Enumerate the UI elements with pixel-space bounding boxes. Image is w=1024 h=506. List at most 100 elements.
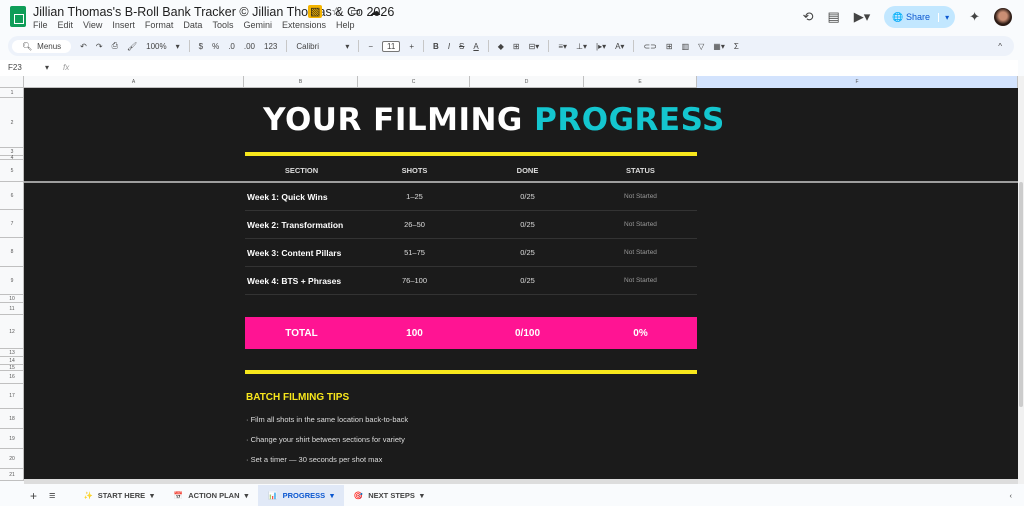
chevron-down-icon[interactable]: ▾ xyxy=(245,491,249,500)
menu-data[interactable]: Data xyxy=(183,20,202,30)
comments-icon[interactable]: ▤ xyxy=(828,9,840,25)
row-header-2[interactable]: 2 xyxy=(0,98,24,148)
strikethrough-icon[interactable]: S xyxy=(459,42,464,51)
print-icon[interactable]: ⎙ xyxy=(112,41,118,51)
chevron-down-icon[interactable]: ▾ xyxy=(330,491,334,500)
all-sheets-icon[interactable]: ≡ xyxy=(49,490,55,502)
sheets-logo[interactable] xyxy=(10,6,26,27)
link-icon[interactable]: ⊂⊃ xyxy=(643,42,656,51)
row-header-18[interactable]: 18 xyxy=(0,409,24,429)
column-header-d[interactable]: D xyxy=(470,76,584,88)
formula-input[interactable] xyxy=(80,61,1010,75)
cell-shots[interactable]: 51–75 xyxy=(358,248,471,257)
tab-next-steps[interactable]: 🎯 NEXT STEPS ▾ xyxy=(344,485,434,506)
cell-status[interactable]: Not Started xyxy=(584,277,697,284)
paint-format-icon[interactable]: 🖌︎ xyxy=(127,42,137,51)
text-color-icon[interactable]: A xyxy=(473,42,478,51)
font-select[interactable]: Calibri xyxy=(296,42,336,51)
row-header-21[interactable]: 21 xyxy=(0,469,24,481)
row-header-12[interactable]: 12 xyxy=(0,315,24,349)
valign-icon[interactable]: ⊥▾ xyxy=(576,42,587,51)
chevron-down-icon[interactable]: ▾ xyxy=(420,491,424,500)
rotate-icon[interactable]: A▾ xyxy=(615,42,624,51)
menu-format[interactable]: Format xyxy=(145,20,174,30)
decrease-decimal-button[interactable]: .0 xyxy=(228,42,235,51)
tab-action-plan[interactable]: 📅 ACTION PLAN ▾ xyxy=(164,485,258,506)
row-header-11[interactable]: 11 xyxy=(0,303,24,315)
italic-icon[interactable]: I xyxy=(448,42,450,51)
undo-icon[interactable]: ↶ xyxy=(80,42,87,51)
cell-done[interactable]: 0/25 xyxy=(471,220,584,229)
menu-insert[interactable]: Insert xyxy=(112,20,135,30)
row-header-17[interactable]: 17 xyxy=(0,384,24,409)
row-header-20[interactable]: 20 xyxy=(0,449,24,469)
menu-view[interactable]: View xyxy=(83,20,102,30)
cell-shots[interactable]: 76–100 xyxy=(358,276,471,285)
borders-icon[interactable]: ⊞ xyxy=(513,42,520,51)
column-header-c[interactable]: C xyxy=(358,76,470,88)
menu-gemini[interactable]: Gemini xyxy=(243,20,272,30)
history-icon[interactable]: ⟲ xyxy=(803,9,814,25)
filter-views-icon[interactable]: ▦▾ xyxy=(713,42,725,51)
share-button[interactable]: 🌐 Share ▾ xyxy=(884,6,956,28)
filter-icon[interactable]: ▽ xyxy=(698,42,704,51)
chart-icon[interactable]: ▥ xyxy=(682,42,690,51)
cell-section[interactable]: Week 2: Transformation xyxy=(245,220,358,230)
wrap-icon[interactable]: |▸▾ xyxy=(596,42,606,51)
collapse-toolbar-icon[interactable]: ^ xyxy=(998,42,1002,51)
font-size-input[interactable]: 11 xyxy=(382,40,401,52)
scrollbar-thumb[interactable] xyxy=(1019,182,1023,407)
menu-tools[interactable]: Tools xyxy=(212,20,233,30)
fill-color-icon[interactable]: ◆ xyxy=(498,42,504,51)
avatar[interactable] xyxy=(994,8,1012,26)
menu-edit[interactable]: Edit xyxy=(58,20,74,30)
redo-icon[interactable]: ↷ xyxy=(96,42,103,51)
cell-status[interactable]: Not Started xyxy=(584,221,697,228)
column-header-f[interactable]: F xyxy=(697,76,1018,88)
zoom-select[interactable]: 100% xyxy=(146,42,166,51)
move-folder-icon[interactable]: ▭ xyxy=(350,5,360,18)
cell-shots[interactable]: 1–25 xyxy=(358,192,471,201)
chevron-down-icon[interactable]: ▾ xyxy=(176,42,180,51)
chevron-down-icon[interactable]: ▾ xyxy=(345,42,349,51)
column-header-a[interactable]: A xyxy=(24,76,244,88)
cell-section[interactable]: Week 1: Quick Wins xyxy=(245,192,358,202)
scroll-tabs-left-icon[interactable]: ‹ xyxy=(1010,491,1013,500)
cell-done[interactable]: 0/25 xyxy=(471,248,584,257)
extension-icon[interactable]: ▧ xyxy=(308,5,323,18)
row-header-13[interactable]: 13 xyxy=(0,349,24,357)
row-header-9[interactable]: 9 xyxy=(0,267,24,295)
row-header-6[interactable]: 6 xyxy=(0,182,24,210)
name-box[interactable]: F23 xyxy=(8,63,22,72)
chevron-down-icon[interactable]: ▾ xyxy=(45,63,49,72)
bold-icon[interactable]: B xyxy=(433,42,439,51)
row-header-10[interactable]: 10 xyxy=(0,295,24,303)
menu-extensions[interactable]: Extensions xyxy=(282,20,326,30)
row-header-1[interactable]: 1 xyxy=(0,88,24,98)
currency-button[interactable]: $ xyxy=(199,42,203,51)
cell-section[interactable]: Week 4: BTS + Phrases xyxy=(245,276,358,286)
share-dropdown[interactable]: ▾ xyxy=(938,12,955,22)
meet-icon[interactable]: ▶▾ xyxy=(854,9,871,25)
gemini-icon[interactable]: ✦ xyxy=(969,9,980,25)
menu-help[interactable]: Help xyxy=(336,20,355,30)
align-icon[interactable]: ≡▾ xyxy=(558,42,567,51)
more-formats-button[interactable]: 123 xyxy=(264,42,277,51)
increase-decimal-button[interactable]: .00 xyxy=(244,42,255,51)
column-header-b[interactable]: B xyxy=(244,76,358,88)
horizontal-scrollbar[interactable] xyxy=(24,479,1018,484)
cell-status[interactable]: Not Started xyxy=(584,249,697,256)
search-menus[interactable]: 🔍︎ Menus xyxy=(12,39,72,53)
row-header-19[interactable]: 19 xyxy=(0,429,24,449)
cell-done[interactable]: 0/25 xyxy=(471,192,584,201)
add-sheet-icon[interactable]: + xyxy=(30,489,37,503)
font-size-decrease[interactable]: − xyxy=(368,42,373,51)
cell-shots[interactable]: 26–50 xyxy=(358,220,471,229)
cell-section[interactable]: Week 3: Content Pillars xyxy=(245,248,358,258)
functions-icon[interactable]: Σ xyxy=(734,42,739,51)
merge-cells-icon[interactable]: ⊟▾ xyxy=(529,42,540,51)
percent-button[interactable]: % xyxy=(212,42,219,51)
sheet-grid[interactable]: YOUR FILMING PROGRESS SECTION SHOTS DONE… xyxy=(24,88,1018,480)
cell-status[interactable]: Not Started xyxy=(584,193,697,200)
tab-progress[interactable]: 📊 PROGRESS ▾ xyxy=(258,485,344,506)
